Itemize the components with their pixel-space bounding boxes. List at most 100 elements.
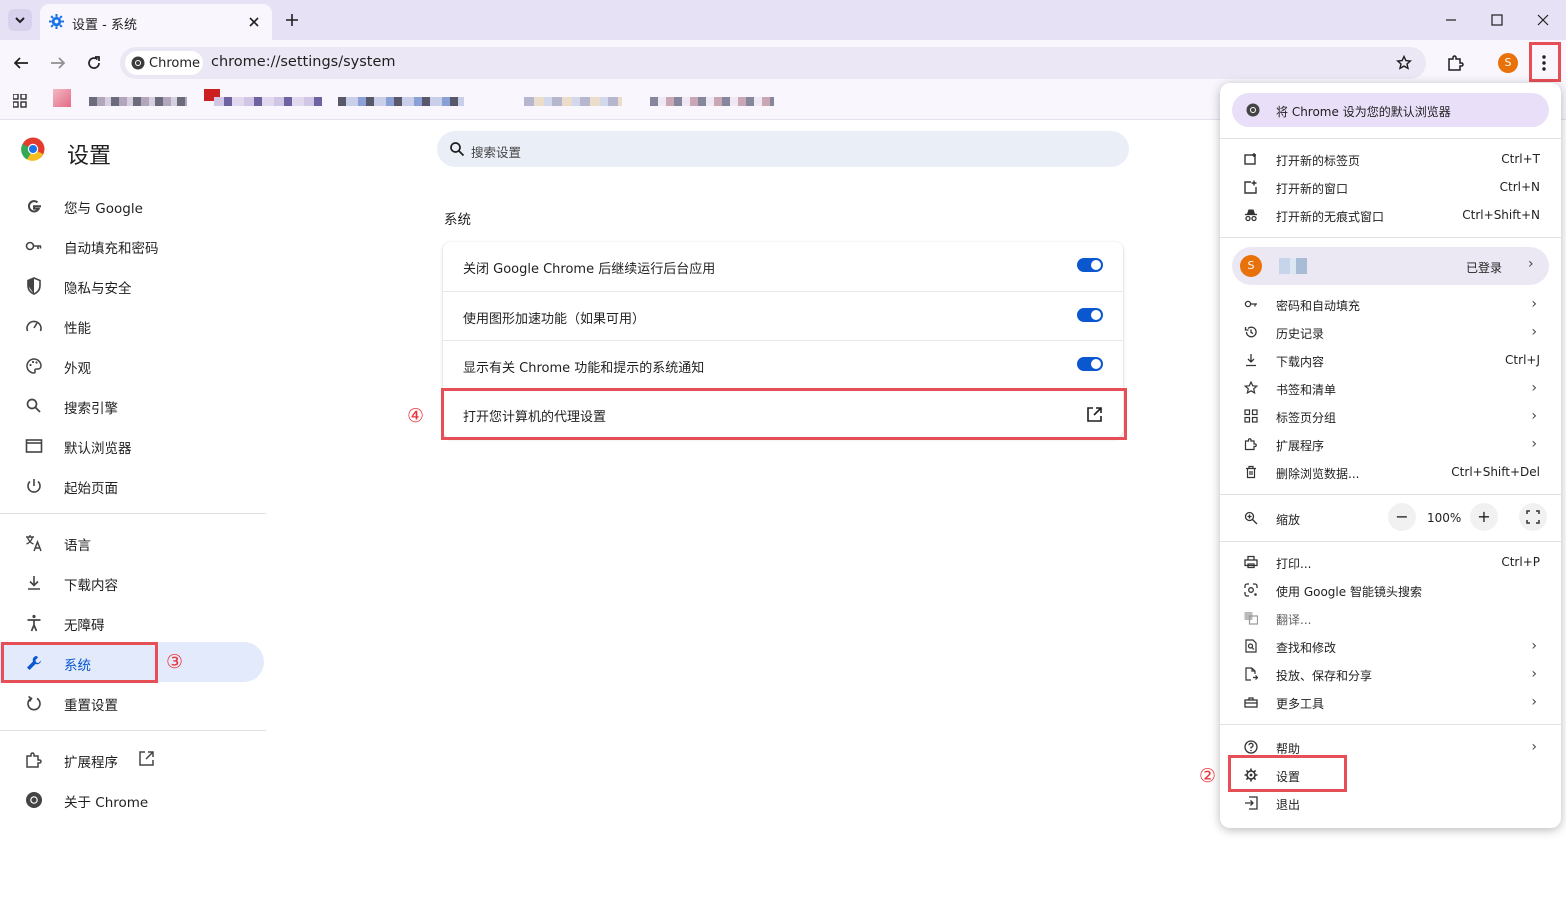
annotation-box-system-nav xyxy=(1,642,158,683)
trash-icon xyxy=(1246,465,1256,479)
zoom-out-button[interactable]: − xyxy=(1388,503,1416,531)
menu-item-new-tab[interactable]: 打开新的标签页 Ctrl+T xyxy=(1220,145,1561,173)
forward-arrow-icon[interactable] xyxy=(50,55,66,71)
chevron-right-icon: › xyxy=(1531,666,1537,682)
setting-row-background-apps[interactable]: 关闭 Google Chrome 后继续运行后台应用 xyxy=(443,242,1123,291)
bookmark-item[interactable] xyxy=(650,97,774,106)
background-apps-toggle[interactable] xyxy=(1077,258,1103,272)
sidebar-item-performance[interactable]: 性能 xyxy=(0,305,264,345)
sidebar-item-reset[interactable]: 重置设置 xyxy=(0,682,264,722)
menu-item-find-and-edit[interactable]: 查找和修改 › xyxy=(1220,632,1561,660)
google-icon xyxy=(28,200,41,213)
sidebar-item-autofill[interactable]: 自动填充和密码 xyxy=(0,225,264,265)
menu-item-bookmarks[interactable]: 书签和清单 › xyxy=(1220,374,1561,402)
menu-item-clear-browsing-data[interactable]: 删除浏览数据... Ctrl+Shift+Del xyxy=(1220,458,1561,486)
maximize-icon[interactable] xyxy=(1491,14,1503,26)
sidebar-item-you-and-google[interactable]: 您与 Google xyxy=(0,185,264,225)
menu-item-shortcut: Ctrl+J xyxy=(1505,353,1540,367)
search-input[interactable]: 搜索设置 xyxy=(437,131,1129,167)
chevron-right-icon: › xyxy=(1531,380,1537,396)
menu-item-downloads[interactable]: 下载内容 Ctrl+J xyxy=(1220,346,1561,374)
minimize-icon[interactable] xyxy=(1445,14,1457,26)
profile-avatar[interactable]: S xyxy=(1498,53,1518,73)
profile-row[interactable]: S 已登录 › xyxy=(1232,247,1549,285)
menu-item-shortcut: Ctrl+P xyxy=(1501,555,1540,569)
sidebar-item-accessibility[interactable]: 无障碍 xyxy=(0,602,264,642)
apps-grid-icon[interactable] xyxy=(13,94,27,108)
extensions-puzzle-icon[interactable] xyxy=(1446,54,1464,72)
bookmark-star-icon[interactable] xyxy=(1396,55,1412,71)
chrome-icon xyxy=(1246,103,1260,117)
window-close-icon[interactable] xyxy=(1537,14,1549,26)
set-default-browser-button[interactable]: 将 Chrome 设为您的默认浏览器 xyxy=(1232,93,1549,127)
chevron-right-icon: › xyxy=(1531,408,1537,424)
menu-item-shortcut: Ctrl+Shift+Del xyxy=(1451,465,1540,479)
menu-item-label: 翻译... xyxy=(1276,613,1312,627)
profile-status: 已登录 xyxy=(1466,261,1503,275)
address-bar[interactable]: Chrome chrome://settings/system xyxy=(120,47,1426,79)
zoom-in-button[interactable]: + xyxy=(1470,503,1498,531)
menu-separator xyxy=(1220,138,1561,139)
tab-settings[interactable]: 设置 - 系统 xyxy=(40,4,272,40)
chevron-right-icon: › xyxy=(1528,256,1534,272)
sidebar-item-label: 重置设置 xyxy=(64,698,118,714)
setting-row-hardware-acceleration[interactable]: 使用图形加速功能（如果可用） xyxy=(443,291,1123,340)
share-icon xyxy=(1245,667,1258,681)
bookmark-item[interactable] xyxy=(338,97,464,106)
site-info-chip[interactable]: Chrome xyxy=(125,51,203,75)
bookmark-item[interactable] xyxy=(524,97,622,106)
bookmark-item[interactable] xyxy=(53,89,71,107)
menu-item-label: 密码和自动填充 xyxy=(1276,299,1361,313)
zoom-icon xyxy=(1244,511,1258,525)
menu-item-label: 下载内容 xyxy=(1276,355,1325,369)
url-text[interactable]: chrome://settings/system xyxy=(211,54,396,70)
menu-item-new-window[interactable]: 打开新的窗口 Ctrl+N xyxy=(1220,173,1561,201)
annotation-box-settings-menu-item xyxy=(1228,755,1347,792)
menu-item-cast-save-share[interactable]: 投放、保存和分享 › xyxy=(1220,660,1561,688)
chrome-logo-icon xyxy=(131,56,145,70)
toolbox-icon xyxy=(1244,697,1258,708)
menu-item-more-tools[interactable]: 更多工具 › xyxy=(1220,688,1561,716)
new-tab-plus-icon[interactable] xyxy=(285,13,299,27)
sidebar-item-about-chrome[interactable]: 关于 Chrome xyxy=(0,779,264,819)
menu-item-incognito[interactable]: 打开新的无痕式窗口 Ctrl+Shift+N xyxy=(1220,201,1561,229)
setting-label: 使用图形加速功能（如果可用） xyxy=(463,312,646,327)
system-notifications-toggle[interactable] xyxy=(1077,357,1103,371)
section-title: 系统 xyxy=(444,212,471,228)
sidebar-item-languages[interactable]: 语言 xyxy=(0,522,264,562)
tab-search-button[interactable] xyxy=(8,9,32,31)
sidebar-item-default-browser[interactable]: 默认浏览器 xyxy=(0,425,264,465)
sidebar-item-appearance[interactable]: 外观 xyxy=(0,345,264,385)
fullscreen-button[interactable] xyxy=(1519,503,1547,531)
back-arrow-icon[interactable] xyxy=(13,55,29,71)
menu-item-label: 使用 Google 智能镜头搜索 xyxy=(1276,585,1422,599)
hardware-acceleration-toggle[interactable] xyxy=(1077,308,1103,322)
history-icon xyxy=(1244,326,1257,338)
sidebar-item-extensions[interactable]: 扩展程序 xyxy=(0,739,264,779)
menu-item-label: 打开新的窗口 xyxy=(1276,182,1349,196)
menu-item-print[interactable]: 打印... Ctrl+P xyxy=(1220,548,1561,576)
bookmark-item[interactable] xyxy=(214,97,322,106)
menu-item-translate[interactable]: 翻译... xyxy=(1220,604,1561,632)
sidebar-item-label: 隐私与安全 xyxy=(64,281,132,297)
sidebar-item-downloads[interactable]: 下载内容 xyxy=(0,562,264,602)
reload-icon[interactable] xyxy=(86,55,102,71)
search-placeholder: 搜索设置 xyxy=(471,145,522,160)
annotation-number-2: ② xyxy=(1199,765,1217,787)
shield-icon xyxy=(27,277,41,295)
menu-item-history[interactable]: 历史记录 › xyxy=(1220,318,1561,346)
sidebar-item-on-startup[interactable]: 起始页面 xyxy=(0,465,264,505)
menu-item-tab-groups[interactable]: 标签页分组 › xyxy=(1220,402,1561,430)
menu-item-extensions[interactable]: 扩展程序 › xyxy=(1220,430,1561,458)
sidebar-item-search-engine[interactable]: 搜索引擎 xyxy=(0,385,264,425)
setting-row-system-notifications[interactable]: 显示有关 Chrome 功能和提示的系统通知 xyxy=(443,340,1123,389)
menu-item-google-lens[interactable]: 使用 Google 智能镜头搜索 xyxy=(1220,576,1561,604)
sidebar-item-privacy[interactable]: 隐私与安全 xyxy=(0,265,264,305)
bookmark-item[interactable] xyxy=(89,97,187,106)
download-icon xyxy=(1246,354,1256,367)
close-icon[interactable] xyxy=(248,16,260,28)
grid-icon xyxy=(1244,409,1258,423)
menu-item-passwords[interactable]: 密码和自动填充 › xyxy=(1220,290,1561,318)
profile-initial: S xyxy=(1247,259,1255,272)
menu-item-exit[interactable]: 退出 xyxy=(1220,789,1561,817)
